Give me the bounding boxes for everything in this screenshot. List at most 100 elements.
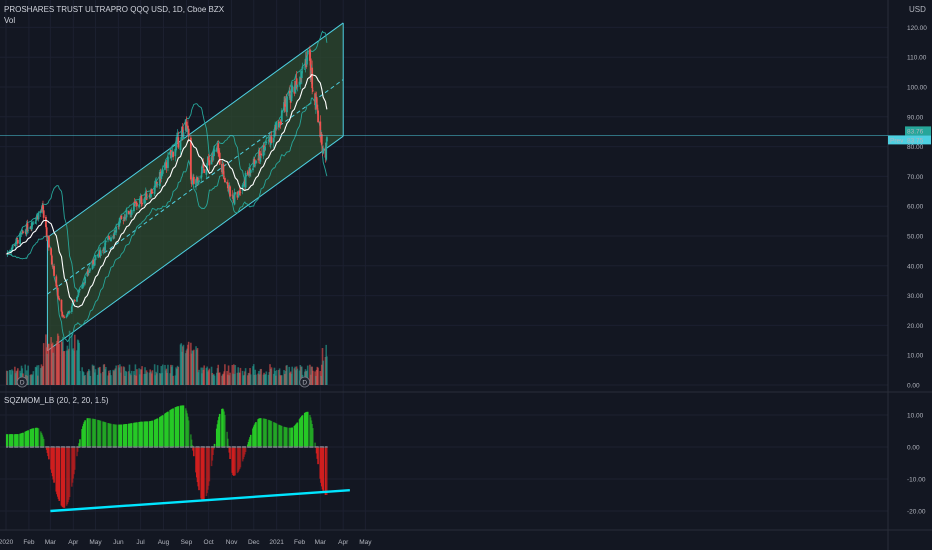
- squeeze-bar: [79, 439, 81, 447]
- squeeze-dot: [301, 446, 304, 448]
- volume-bar: [275, 370, 278, 385]
- price-tick-label: 10.00: [907, 353, 924, 360]
- candle-body: [306, 50, 309, 55]
- volume-bar: [32, 371, 35, 385]
- symbol-title[interactable]: PROSHARES TRUST ULTRAPRO QQQ USD, 1D, Cb…: [4, 5, 224, 14]
- squeeze-dot: [255, 446, 257, 448]
- candle-body: [58, 298, 61, 300]
- squeeze-bar: [255, 422, 257, 447]
- squeeze-bar: [182, 405, 185, 447]
- volume-bar: [79, 370, 81, 385]
- squeeze-dot: [208, 446, 211, 448]
- candle-body: [172, 151, 175, 158]
- squeeze-dot: [115, 446, 118, 448]
- squeeze-dot: [89, 446, 92, 448]
- squeeze-dot: [223, 446, 226, 448]
- squeeze-dot: [22, 446, 24, 448]
- volume-bar: [270, 367, 273, 385]
- volume-bar: [125, 371, 128, 385]
- indicator-tick-label: -10.00: [907, 477, 926, 484]
- candle-body: [244, 173, 247, 188]
- volume-bar: [73, 334, 76, 385]
- squeeze-dot: [229, 446, 231, 448]
- time-tick-label: 2021: [269, 539, 284, 546]
- time-tick-label: Feb: [23, 539, 35, 546]
- candle-body: [198, 180, 200, 183]
- squeeze-bar: [286, 427, 288, 447]
- volume-bar: [249, 374, 252, 385]
- dividend-marker[interactable]: D: [299, 376, 311, 388]
- candle-body: [182, 132, 185, 140]
- dividend-marker[interactable]: D: [16, 376, 28, 388]
- volume-bar: [37, 365, 40, 385]
- squeeze-dot: [68, 446, 71, 448]
- candle-body: [192, 176, 195, 184]
- squeeze-dot: [84, 446, 87, 448]
- time-tick-label: Aug: [158, 539, 170, 546]
- candle-body: [84, 276, 87, 284]
- candle-body: [322, 148, 325, 154]
- volume-bar: [265, 371, 268, 385]
- candle-body: [50, 248, 53, 255]
- candle-body: [56, 285, 58, 288]
- squeeze-bar: [317, 447, 319, 465]
- squeeze-dot: [27, 446, 30, 448]
- squeeze-bar: [270, 421, 273, 447]
- indicator-label[interactable]: SQZMOM_LB (20, 2, 20, 1.5): [4, 396, 108, 405]
- candle-body: [141, 202, 143, 205]
- volume-label[interactable]: Vol: [4, 16, 15, 25]
- candle-body: [167, 156, 169, 168]
- squeeze-dot: [125, 446, 128, 448]
- chart-canvas[interactable]: 120.00 110.00 100.00 90.00 80.00 70.00 60.00 50…: [0, 0, 932, 550]
- squeeze-bar: [156, 418, 159, 447]
- squeeze-bar: [105, 422, 107, 447]
- candle-body: [249, 169, 252, 173]
- squeeze-bar: [84, 420, 86, 447]
- candle-body: [73, 300, 76, 302]
- candle-body: [56, 287, 59, 296]
- squeeze-dot: [213, 446, 216, 448]
- volume-bar: [146, 372, 149, 385]
- volume-bar: [326, 356, 328, 385]
- volume-bar: [105, 366, 107, 385]
- volume-bar: [141, 366, 143, 385]
- candle-body: [115, 226, 118, 233]
- squeeze-dot: [146, 446, 149, 448]
- volume-bar: [151, 370, 154, 385]
- squeeze-bar: [136, 422, 138, 447]
- squeeze-dot: [42, 446, 45, 448]
- volume-bar: [260, 368, 262, 385]
- candle-body: [79, 289, 81, 290]
- squeeze-dot: [110, 446, 112, 448]
- price-tick-label: 80.00: [907, 144, 924, 151]
- squeeze-dot: [47, 446, 50, 448]
- squeeze-bar: [312, 428, 314, 447]
- candle-body: [234, 192, 237, 195]
- candle-body: [32, 223, 35, 225]
- candle-body: [47, 236, 50, 248]
- candle-body: [104, 240, 107, 243]
- squeeze-momentum-histogram: [5, 405, 328, 508]
- squeeze-bar: [203, 447, 205, 502]
- squeeze-dot: [177, 446, 180, 448]
- volume-bar: [286, 365, 288, 385]
- time-tick-label: Nov: [226, 539, 238, 546]
- candle-body: [239, 191, 242, 193]
- volume-bar: [120, 366, 123, 385]
- volume-bar: [6, 371, 9, 385]
- squeeze-dot: [317, 446, 319, 448]
- squeeze-dot: [135, 446, 138, 448]
- volume-bar: [99, 373, 102, 385]
- squeeze-bar: [63, 447, 66, 508]
- candle-body: [229, 186, 231, 197]
- squeeze-bar: [120, 424, 123, 447]
- squeeze-bar: [208, 447, 211, 482]
- candle-body: [177, 137, 180, 148]
- candle-body: [81, 286, 84, 289]
- time-tick-label: May: [89, 539, 102, 546]
- price-tick-label: 90.00: [907, 114, 924, 121]
- prev-label: Prev: [890, 137, 904, 144]
- volume-bar: [234, 365, 237, 385]
- squeeze-dot: [11, 446, 14, 448]
- candle-body: [70, 306, 73, 312]
